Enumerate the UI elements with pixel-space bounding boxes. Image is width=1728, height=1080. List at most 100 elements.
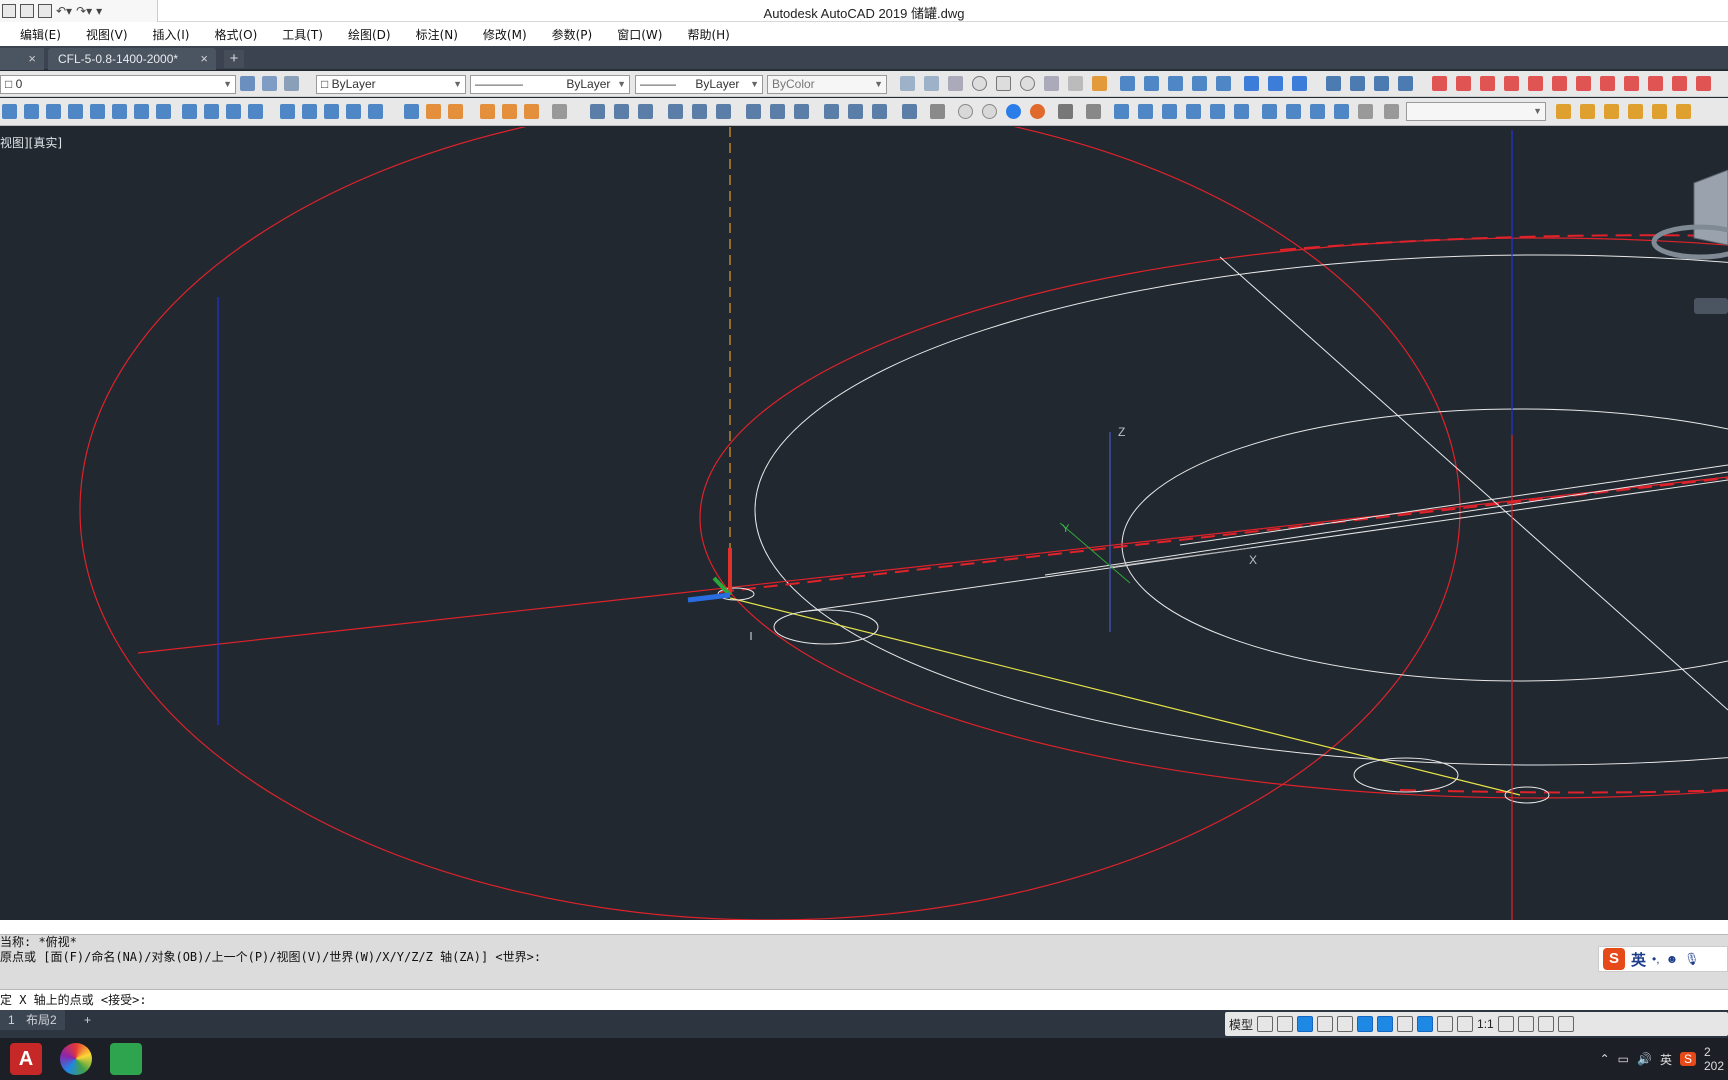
sphere-icon[interactable]	[972, 76, 987, 91]
planar-surface-icon[interactable]	[1092, 76, 1107, 91]
quick-properties-icon[interactable]	[1537, 1016, 1554, 1032]
mline-icon[interactable]	[1528, 76, 1543, 91]
loft-icon[interactable]	[1216, 76, 1231, 91]
realistic-icon[interactable]	[1006, 104, 1021, 119]
named-views-icon[interactable]	[1086, 104, 1101, 119]
cone-icon[interactable]	[948, 76, 963, 91]
ime-toolbar[interactable]: S 英 •, ☻ 🎙	[1598, 946, 1728, 972]
ucs-icon[interactable]	[590, 104, 605, 119]
ucs-origin-icon[interactable]	[746, 104, 761, 119]
network-icon[interactable]: ▭	[1618, 1052, 1629, 1066]
intersect-icon[interactable]	[1292, 76, 1307, 91]
tab-drawing[interactable]: CFL-5-0.8-1400-2000* ×	[48, 48, 216, 70]
extend-icon[interactable]	[248, 104, 263, 119]
volume-icon[interactable]: 🔊	[1637, 1052, 1652, 1066]
wechat-app-icon[interactable]	[110, 1043, 142, 1075]
ucs-apply-icon[interactable]	[902, 104, 917, 119]
model-space-canvas[interactable]: Z Y X	[0, 127, 1728, 920]
make-current-layer-icon[interactable]	[284, 76, 299, 91]
arc-icon[interactable]	[1504, 76, 1519, 91]
command-input[interactable]: 定 X 轴上的点或 <接受>:	[0, 990, 1728, 1010]
menu-format[interactable]: 格式(O)	[214, 26, 257, 43]
dim-linear-icon[interactable]	[1556, 104, 1571, 119]
camera-icon[interactable]	[1358, 104, 1373, 119]
tab-start[interactable]: ×	[0, 48, 44, 70]
copy-icon[interactable]	[24, 104, 39, 119]
helix-icon[interactable]	[1068, 76, 1083, 91]
punctuation-icon[interactable]: •,	[1652, 952, 1660, 966]
top-view-icon[interactable]	[1114, 104, 1129, 119]
clean-icon[interactable]	[524, 104, 539, 119]
annotation-scale-value[interactable]: 1:1	[1477, 1017, 1494, 1031]
left-view-icon[interactable]	[1162, 104, 1177, 119]
cylinder-icon[interactable]	[996, 76, 1011, 91]
trim-icon[interactable]	[226, 104, 241, 119]
lock-icon[interactable]	[1696, 76, 1711, 91]
layer-dropdown[interactable]: □ 0 ▼	[0, 75, 236, 94]
dim-arc-icon[interactable]	[1676, 104, 1691, 119]
linetype-dropdown[interactable]: ———— ByLayer ▼	[470, 75, 630, 94]
3d-move-icon[interactable]	[1326, 76, 1341, 91]
right-view-icon[interactable]	[1186, 104, 1201, 119]
ellipse-icon[interactable]	[1624, 76, 1639, 91]
customize-icon[interactable]	[1557, 1016, 1574, 1032]
layer-properties-icon[interactable]	[240, 76, 255, 91]
extrude-face-icon[interactable]	[426, 104, 441, 119]
model-space-button[interactable]: 模型	[1229, 1016, 1253, 1033]
undo-solid-icon[interactable]	[552, 104, 567, 119]
offset-icon[interactable]	[156, 104, 171, 119]
color-app-icon[interactable]	[60, 1043, 92, 1075]
bottom-view-icon[interactable]	[1138, 104, 1153, 119]
pyramid-icon[interactable]	[1044, 76, 1059, 91]
ucs-view-icon[interactable]	[716, 104, 731, 119]
view-dropdown[interactable]: ▼	[1406, 102, 1546, 121]
dim-radius-icon[interactable]	[1628, 104, 1643, 119]
viewport-controls-label[interactable]: 视图][真实]	[0, 134, 62, 151]
polyline-icon[interactable]	[1480, 76, 1495, 91]
sweep-icon[interactable]	[1168, 76, 1183, 91]
ucs-z-icon[interactable]	[872, 104, 887, 119]
autocad-app-icon[interactable]: A	[10, 1043, 42, 1075]
auto-scale-icon[interactable]	[1437, 1016, 1454, 1032]
ray-icon[interactable]	[1456, 76, 1471, 91]
rectangle-icon[interactable]	[1552, 76, 1567, 91]
rotate-icon[interactable]	[46, 104, 61, 119]
visual-style-manager-icon[interactable]	[1058, 104, 1073, 119]
torus-icon[interactable]	[1020, 76, 1035, 91]
join-icon[interactable]	[302, 104, 317, 119]
close-icon[interactable]: ×	[28, 51, 36, 66]
box-icon[interactable]	[900, 76, 915, 91]
move-icon[interactable]	[2, 104, 17, 119]
plus-icon[interactable]	[1517, 1016, 1534, 1032]
back-view-icon[interactable]	[1234, 104, 1249, 119]
menu-draw[interactable]: 绘图(D)	[348, 26, 391, 43]
ucs-world-icon[interactable]	[614, 104, 629, 119]
dim-aligned-icon[interactable]	[1580, 104, 1595, 119]
line-icon[interactable]	[1432, 76, 1447, 91]
front-view-icon[interactable]	[1210, 104, 1225, 119]
gear-icon[interactable]	[1497, 1016, 1514, 1032]
lineweight-icon[interactable]	[1397, 1016, 1414, 1032]
circle-icon[interactable]	[1576, 76, 1591, 91]
nw-iso-icon[interactable]	[1334, 104, 1349, 119]
stretch-icon[interactable]	[112, 104, 127, 119]
align-icon[interactable]	[346, 104, 361, 119]
annotation-visibility-icon[interactable]	[1417, 1016, 1434, 1032]
point-icon[interactable]	[1648, 76, 1663, 91]
tray-lang[interactable]: 英	[1660, 1051, 1672, 1068]
ime-lang[interactable]: 英	[1631, 949, 1646, 970]
presspull-icon[interactable]	[1144, 76, 1159, 91]
lineweight-dropdown[interactable]: ——— ByLayer ▼	[635, 75, 763, 94]
menu-insert[interactable]: 插入(I)	[153, 26, 190, 43]
chevron-up-icon[interactable]: ⌃	[1600, 1052, 1610, 1066]
sogou-tray-icon[interactable]: S	[1679, 1052, 1696, 1066]
revolve-icon[interactable]	[1192, 76, 1207, 91]
union-icon[interactable]	[1244, 76, 1259, 91]
wireframe-icon[interactable]	[958, 104, 973, 119]
explode-icon[interactable]	[324, 104, 339, 119]
grid-icon[interactable]	[1257, 1016, 1274, 1032]
separate-icon[interactable]	[502, 104, 517, 119]
chamfer-icon[interactable]	[204, 104, 219, 119]
ne-iso-icon[interactable]	[1310, 104, 1325, 119]
subtract-icon[interactable]	[1268, 76, 1283, 91]
